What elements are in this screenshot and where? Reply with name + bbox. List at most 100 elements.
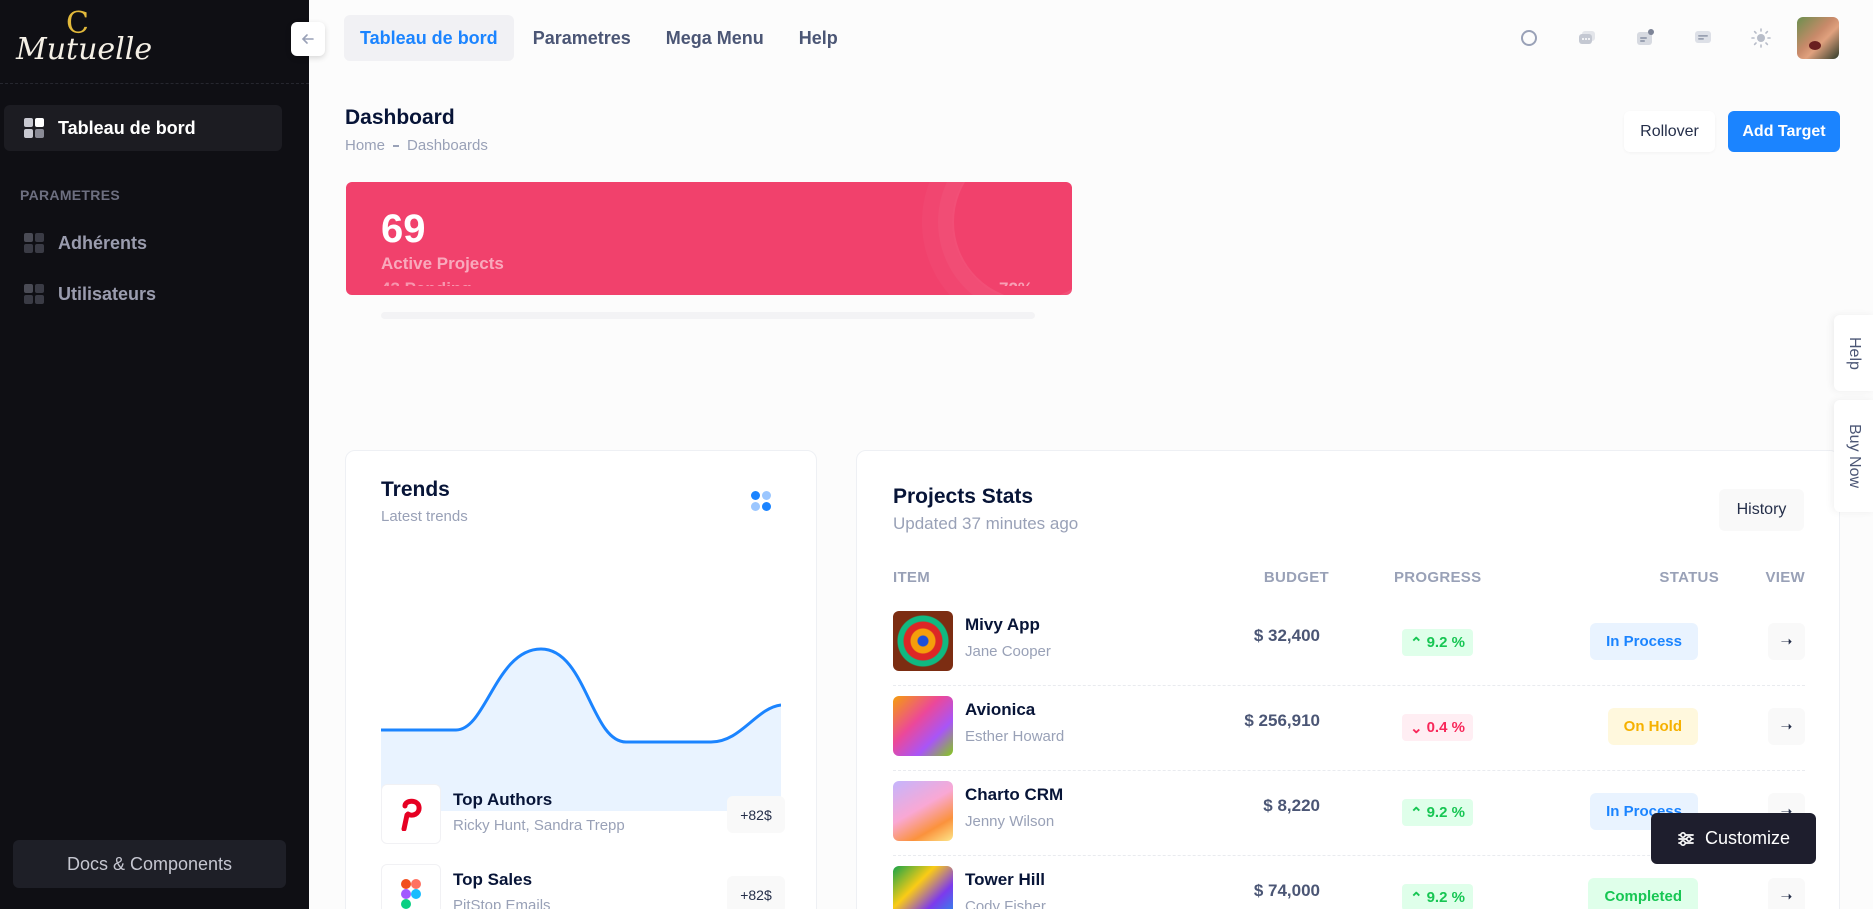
trend-sub: Ricky Hunt, Sandra Trepp xyxy=(453,817,625,834)
help-tab[interactable]: Help xyxy=(1834,315,1873,391)
trend-badge: +82$ xyxy=(727,796,785,833)
arrow-right-icon: ➝ xyxy=(1780,718,1793,734)
customize-label: Customize xyxy=(1704,828,1791,848)
members-icon xyxy=(24,233,44,253)
project-thumbnail xyxy=(893,611,953,671)
arrow-left-icon xyxy=(301,34,314,44)
card-decoration xyxy=(952,182,1072,295)
trends-card: Trends Latest trends Top Authors Ricky H… xyxy=(345,450,817,909)
search-icon[interactable] xyxy=(1500,18,1558,58)
active-projects-label: Active Projects xyxy=(381,254,504,273)
progress-badge: ⌃ 9.2 % xyxy=(1402,799,1473,826)
column-header-status: STATUS xyxy=(1659,569,1719,586)
projects-stats-title: Projects Stats xyxy=(893,485,1034,508)
progress-badge: ⌄ 0.4 % xyxy=(1402,714,1473,741)
buy-now-tab-label: Buy Now xyxy=(1846,423,1863,489)
figma-logo-icon xyxy=(381,864,441,909)
app-logo[interactable]: C Mutuelle xyxy=(16,6,152,67)
header-icons xyxy=(1500,18,1790,58)
trends-chart xyxy=(381,647,781,811)
rollover-button[interactable]: Rollover xyxy=(1624,111,1715,152)
user-avatar[interactable] xyxy=(1797,17,1839,59)
history-button[interactable]: History xyxy=(1719,489,1804,531)
docs-components-button[interactable]: Docs & Components xyxy=(13,840,286,888)
trends-title: Trends xyxy=(381,478,450,501)
project-owner: Jenny Wilson xyxy=(965,813,1055,830)
progress-value: 9.2 % xyxy=(1426,889,1465,906)
project-thumbnail xyxy=(893,781,953,841)
trends-subtitle: Latest trends xyxy=(381,508,468,525)
arrow-up-icon: ⌃ xyxy=(1410,804,1423,822)
sidebar: C Mutuelle Tableau de bord PARAMETRES Ad… xyxy=(0,0,309,909)
trend-badge: +82$ xyxy=(727,876,785,909)
logo-mark: C xyxy=(66,6,89,41)
project-thumbnail xyxy=(893,866,953,909)
sidebar-item-utilisateurs[interactable]: Utilisateurs xyxy=(4,271,282,317)
progress-value: 0.4 % xyxy=(1426,719,1465,736)
notification-icon[interactable] xyxy=(1616,18,1674,58)
progress-value: 9.2 % xyxy=(1426,634,1465,651)
nav-help[interactable]: Help xyxy=(783,15,854,61)
customize-button[interactable]: Customize xyxy=(1651,813,1816,864)
project-name[interactable]: Tower Hill xyxy=(965,870,1045,890)
logo-area: C Mutuelle xyxy=(0,0,309,84)
arrow-right-icon: ➝ xyxy=(1780,633,1793,649)
sidebar-collapse-button[interactable] xyxy=(291,22,325,56)
sidebar-item-adherents[interactable]: Adhérents xyxy=(4,220,282,266)
progress-bar xyxy=(381,312,1035,319)
buy-now-tab[interactable]: Buy Now xyxy=(1834,400,1873,512)
column-header-progress: PROGRESS xyxy=(1394,569,1482,586)
status-badge: In Process xyxy=(1590,623,1698,660)
view-button[interactable]: ➝ xyxy=(1768,878,1805,909)
column-header-view: VIEW xyxy=(1765,569,1805,586)
project-budget: $ 8,220 xyxy=(1263,796,1320,815)
column-header-item: ITEM xyxy=(893,569,931,586)
arrow-up-icon: ⌃ xyxy=(1410,634,1423,652)
dashboard-icon xyxy=(24,118,44,138)
users-icon xyxy=(24,284,44,304)
arrow-up-icon: ⌃ xyxy=(1410,889,1423,907)
trend-sub: PitStop Emails xyxy=(453,897,551,909)
view-button[interactable]: ➝ xyxy=(1768,623,1805,660)
theme-toggle-icon[interactable] xyxy=(1732,18,1790,58)
progress-badge: ⌃ 9.2 % xyxy=(1402,629,1473,656)
project-name[interactable]: Charto CRM xyxy=(965,785,1063,805)
view-button[interactable]: ➝ xyxy=(1768,708,1805,745)
breadcrumb: Home Dashboards xyxy=(345,137,488,154)
project-owner: Cody Fisher xyxy=(965,898,1046,909)
breadcrumb-home[interactable]: Home xyxy=(345,137,385,154)
project-owner: Esther Howard xyxy=(965,728,1065,745)
top-nav: Tableau de bord Parametres Mega Menu Hel… xyxy=(344,15,857,61)
sidebar-item-dashboard[interactable]: Tableau de bord xyxy=(4,105,282,151)
status-badge: On Hold xyxy=(1607,708,1698,745)
project-thumbnail xyxy=(893,696,953,756)
project-budget: $ 32,400 xyxy=(1253,626,1320,645)
sidebar-item-label: Utilisateurs xyxy=(58,283,157,304)
nav-tableau-de-bord[interactable]: Tableau de bord xyxy=(344,15,514,61)
project-name[interactable]: Avionica xyxy=(965,700,1035,720)
arrow-down-icon: ⌄ xyxy=(1410,719,1423,737)
table-row: Mivy App Jane Cooper $ 32,400 ⌃ 9.2 % In … xyxy=(893,601,1805,686)
trend-name: Top Authors xyxy=(453,790,553,809)
menu-grid-icon[interactable] xyxy=(751,491,771,511)
message-icon[interactable] xyxy=(1674,18,1732,58)
sidebar-item-label: Adhérents xyxy=(58,232,148,253)
chat-icon[interactable] xyxy=(1558,18,1616,58)
project-name[interactable]: Mivy App xyxy=(965,615,1040,635)
project-budget: $ 256,910 xyxy=(1244,711,1320,730)
arrow-right-icon: ➝ xyxy=(1780,888,1793,904)
project-owner: Jane Cooper xyxy=(965,643,1051,660)
add-target-button[interactable]: Add Target xyxy=(1728,111,1840,152)
project-budget: $ 74,000 xyxy=(1253,881,1320,900)
section-label-parametres: PARAMETRES xyxy=(20,187,120,203)
table-row: Avionica Esther Howard $ 256,910 ⌄ 0.4 % … xyxy=(893,686,1805,771)
progress-badge: ⌃ 9.2 % xyxy=(1402,884,1473,909)
active-projects-card: 69 Active Projects xyxy=(346,182,1072,295)
status-badge: Completed xyxy=(1588,878,1698,909)
sliders-icon xyxy=(1678,831,1694,846)
nav-mega-menu[interactable]: Mega Menu xyxy=(650,15,780,61)
active-projects-count: 69 xyxy=(381,207,426,251)
breadcrumb-dashboards: Dashboards xyxy=(407,137,488,154)
nav-parametres[interactable]: Parametres xyxy=(517,15,647,61)
sidebar-item-label: Tableau de bord xyxy=(58,117,196,138)
